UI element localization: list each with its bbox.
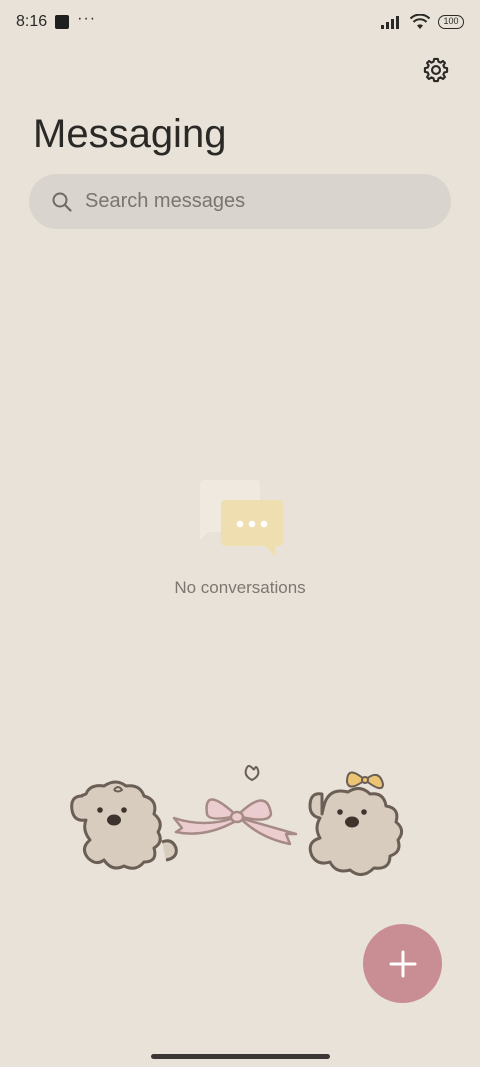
signal-icon xyxy=(381,16,399,29)
search-icon xyxy=(52,192,72,212)
status-time: 8:16 xyxy=(16,13,48,30)
status-bar: 8:16 ··· 100 xyxy=(0,0,480,44)
ribbon-image xyxy=(172,798,298,846)
home-indicator[interactable] xyxy=(151,1054,330,1059)
bow-image xyxy=(345,771,385,790)
status-right: 100 xyxy=(380,14,464,30)
left-puppy-image xyxy=(70,780,178,870)
status-overflow: ··· xyxy=(77,10,97,27)
page-title: Messaging xyxy=(33,112,227,156)
new-conversation-button[interactable] xyxy=(363,924,442,1003)
plus-icon xyxy=(389,950,416,977)
search-bar[interactable] xyxy=(29,174,451,229)
notification-square-icon xyxy=(55,15,70,29)
settings-button[interactable] xyxy=(420,54,452,86)
empty-state: No conversations xyxy=(0,478,480,598)
search-input[interactable] xyxy=(85,190,405,213)
battery-icon: 100 xyxy=(438,15,464,29)
wifi-icon xyxy=(410,14,430,29)
right-puppy-image xyxy=(308,787,403,876)
chat-bubbles-icon xyxy=(200,480,283,556)
gear-icon xyxy=(423,57,449,83)
puppies-illustration xyxy=(70,765,403,876)
status-left: 8:16 ··· xyxy=(16,10,97,31)
empty-state-text: No conversations xyxy=(174,578,306,597)
